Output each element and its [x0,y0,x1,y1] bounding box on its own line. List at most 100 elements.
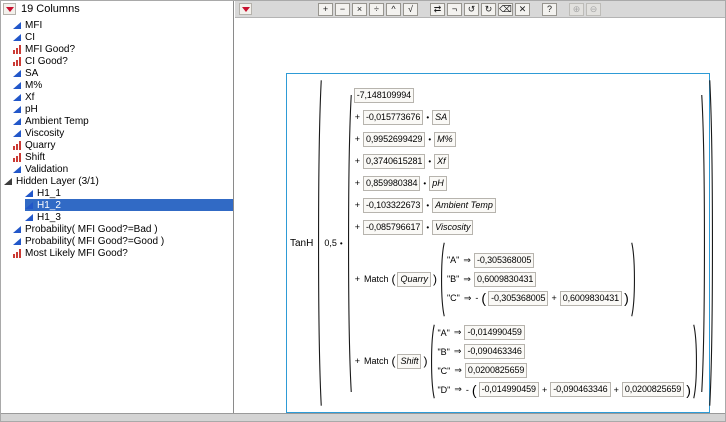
sidebar-item-h1-1[interactable]: H1_1 [25,187,233,199]
sidebar-item-h1-3[interactable]: H1_3 [25,211,233,223]
subtract-button[interactable]: − [335,3,350,16]
case-stack: "A" ⇒ -0,014990459 "B" ⇒ -0,090463346 [437,325,690,397]
case-value-box[interactable]: -0,305368005 [474,253,534,268]
case-key: "C" [437,366,451,376]
sidebar-item-mfi-good[interactable]: MFI Good? [13,43,233,55]
multiply-operator: • [422,179,427,188]
sidebar-item-h1-2[interactable]: H1_2 [25,199,233,211]
outer-right-paren [709,77,715,409]
zoom-in-button[interactable]: ⊕ [569,3,584,16]
formula-toolbar: + − × ÷ ^ √ ⇄ ¬ ↺ ↻ ⌫ ✕ ? ⊕ ⊖ [235,1,726,18]
match-keyword[interactable]: Match [363,356,390,366]
multiplier-value[interactable]: 0,5 [324,238,337,248]
plus-operator: + [550,293,557,303]
coefficient-box[interactable]: 0,859980384 [363,176,420,191]
continuous-column-icon [13,94,21,101]
case-value-box[interactable]: 0,6009830431 [560,291,622,306]
delete-button[interactable]: ✕ [515,3,530,16]
nominal-column-icon [13,153,21,162]
term-row-ph: + 0,859980384 • pH [354,176,699,191]
sidebar-item-prob-mfi-good[interactable]: Probability( MFI Good?=Good ) [13,235,233,247]
coefficient-box[interactable]: -0,085796617 [363,220,423,235]
undo-button[interactable]: ↺ [464,3,479,16]
root-button[interactable]: √ [403,3,418,16]
match-keyword[interactable]: Match [363,274,390,284]
sidebar-item-validation[interactable]: Validation [13,163,233,175]
formula-selection-box[interactable]: TanH 0,5 • -7,148109994 [286,73,710,413]
close-paren: ) [433,273,437,285]
variable-box[interactable]: Viscosity [432,220,473,235]
redo-button[interactable]: ↻ [481,3,496,16]
continuous-column-icon [13,70,21,77]
zoom-out-button[interactable]: ⊖ [586,3,601,16]
coefficient-box[interactable]: 0,3740615281 [363,154,425,169]
add-button[interactable]: + [318,3,333,16]
columns-menu-button[interactable] [3,3,16,15]
variable-box[interactable]: Xf [434,154,449,169]
case-key: "B" [447,274,460,284]
plus-operator: + [354,274,361,284]
variable-box[interactable]: SA [432,110,450,125]
implies-arrow: ⇒ [453,346,463,357]
sidebar-item-ci-good[interactable]: CI Good? [13,55,233,67]
open-paren: ( [481,291,486,305]
sidebar-item-ph[interactable]: pH [13,103,233,115]
case-value-box[interactable]: -0,090463346 [550,382,610,397]
sidebar-item-m-pct[interactable]: M% [13,79,233,91]
multiply-operator: • [427,135,432,144]
sidebar-item-xf[interactable]: Xf [13,91,233,103]
continuous-column-icon [13,166,21,173]
peel-button[interactable]: ⌫ [498,3,513,16]
sidebar-item-hidden-layer[interactable]: Hidden Layer (3/1) [4,175,233,187]
bottom-scrollbar[interactable] [1,413,726,421]
case-row: "C" ⇒ 0,0200825659 [437,363,690,378]
term-row-xf: + 0,3740615281 • Xf [354,154,699,169]
variable-box[interactable]: pH [429,176,447,191]
continuous-column-icon [13,238,21,245]
sidebar-item-mfi[interactable]: MFI [13,19,233,31]
invert-button[interactable]: ¬ [447,3,462,16]
formula-canvas[interactable]: TanH 0,5 • -7,148109994 [235,18,726,415]
columns-panel-title: 19 Columns [21,3,80,15]
formula-function-label[interactable]: TanH [290,238,314,249]
sidebar-item-prob-mfi-bad[interactable]: Probability( MFI Good?=Bad ) [13,223,233,235]
multiply-button[interactable]: × [352,3,367,16]
columns-panel-header: 19 Columns [1,1,233,17]
power-button[interactable]: ^ [386,3,401,16]
sidebar-item-most-likely-mfi-good[interactable]: Most Likely MFI Good? [13,247,233,259]
intercept-box[interactable]: -7,148109994 [354,88,414,103]
sidebar-item-ci[interactable]: CI [13,31,233,43]
case-value-box[interactable]: 0,0200825659 [622,382,684,397]
switch-terms-button[interactable]: ⇄ [430,3,445,16]
formula-menu-button[interactable] [239,3,252,15]
sidebar-item-quarry[interactable]: Quarry [13,139,233,151]
match-variable-box[interactable]: Quarry [397,272,431,287]
plus-operator: + [354,356,361,366]
column-label: Ambient Temp [25,116,89,127]
case-key: "D" [437,385,451,395]
help-button[interactable]: ? [542,3,557,16]
sidebar-item-ambient-temp[interactable]: Ambient Temp [13,115,233,127]
case-value-box[interactable]: -0,305368005 [488,291,548,306]
case-value-box[interactable]: -0,014990459 [479,382,539,397]
column-label: Probability( MFI Good?=Bad ) [25,224,158,235]
variable-box[interactable]: Ambient Temp [432,198,496,213]
coefficient-box[interactable]: -0,103322673 [363,198,423,213]
variable-box[interactable]: M% [434,132,456,147]
match-variable-box[interactable]: Shift [397,354,421,369]
close-paren: ) [686,383,691,397]
case-value-box[interactable]: -0,090463346 [464,344,524,359]
coefficient-box[interactable]: -0,015773676 [363,110,423,125]
sidebar-item-sa[interactable]: SA [13,67,233,79]
case-value-box[interactable]: 0,0200825659 [465,363,527,378]
match-right-paren [693,324,699,399]
divide-button[interactable]: ÷ [369,3,384,16]
continuous-column-icon [25,214,33,221]
sidebar-item-shift[interactable]: Shift [13,151,233,163]
sidebar-item-viscosity[interactable]: Viscosity [13,127,233,139]
coefficient-box[interactable]: 0,9952699429 [363,132,425,147]
column-label: MFI [25,20,42,31]
term-row-viscosity: + -0,085796617 • Viscosity [354,220,699,235]
case-value-box[interactable]: -0,014990459 [464,325,524,340]
case-value-box[interactable]: 0,6009830431 [474,272,536,287]
